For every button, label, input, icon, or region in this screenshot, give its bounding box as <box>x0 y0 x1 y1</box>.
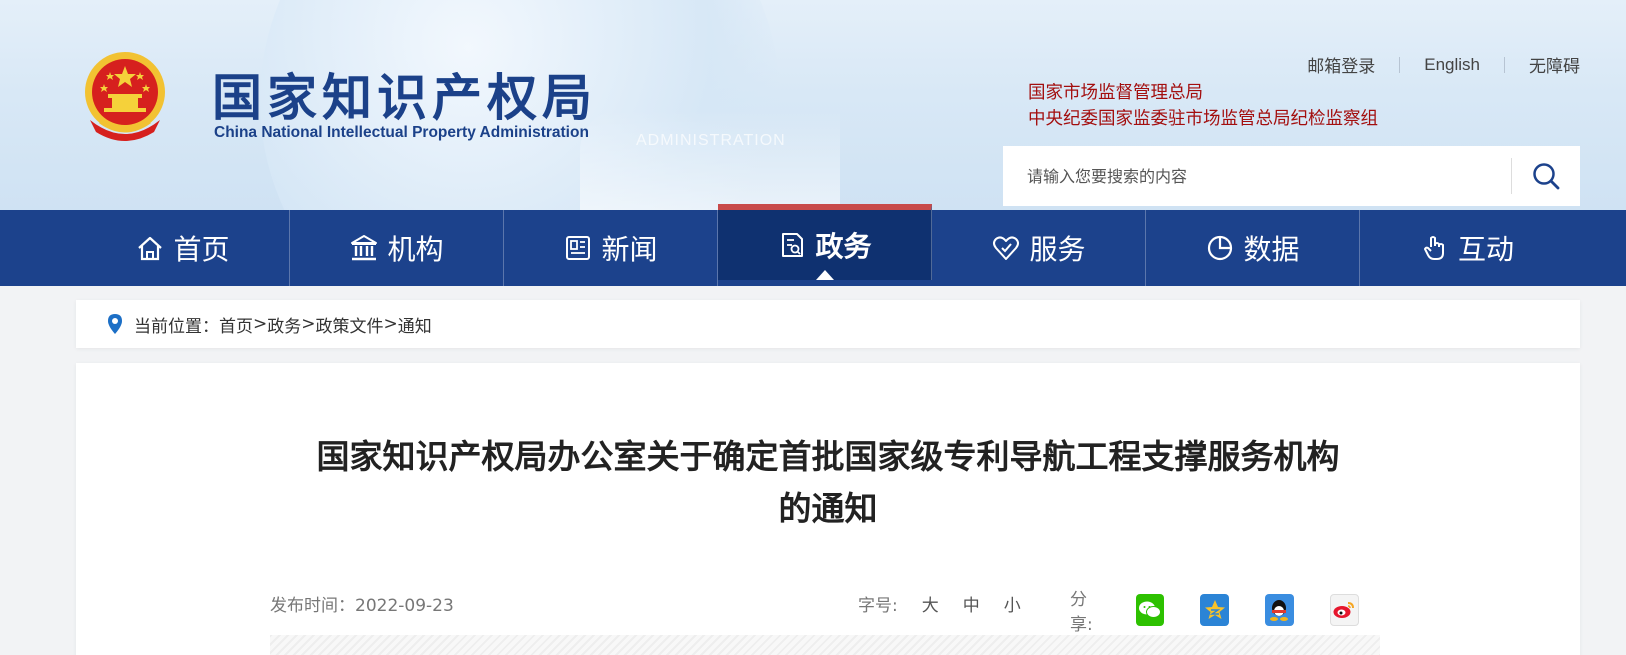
nav-label: 数据 <box>1243 233 1300 266</box>
institution-icon <box>349 233 379 263</box>
site-logo-chinese[interactable]: 国家知识产权局 <box>212 58 597 130</box>
nav-item-service[interactable]: 服务 <box>932 210 1146 286</box>
share-label: 分享: <box>1070 590 1093 635</box>
breadcrumb-policy-documents[interactable]: 政策文件 <box>316 312 384 337</box>
nav-item-home[interactable]: 首页 <box>76 210 290 286</box>
nav-label: 政务 <box>815 230 872 263</box>
search-button[interactable] <box>1512 146 1580 206</box>
national-emblem-icon <box>85 52 165 141</box>
news-icon <box>563 233 593 263</box>
data-chart-icon <box>1205 233 1235 263</box>
accessibility-link[interactable]: 无障碍 <box>1529 52 1580 77</box>
samr-link[interactable]: 国家市场监督管理总局 <box>1028 80 1378 106</box>
nav-item-data[interactable]: 数据 <box>1146 210 1360 286</box>
breadcrumb-government-affairs[interactable]: 政务 <box>267 312 301 337</box>
breadcrumb-prefix: 当前位置： <box>134 316 219 337</box>
qzone-icon[interactable] <box>1200 594 1230 626</box>
breadcrumb-separator: > <box>253 314 268 334</box>
location-pin-icon <box>106 313 124 335</box>
font-size-controls: 字号: 大 中 小 <box>858 591 1045 616</box>
english-link[interactable]: English <box>1424 55 1480 75</box>
decorative-divider <box>270 635 1380 655</box>
publish-date: 2022-09-23 <box>355 596 454 616</box>
mail-login-link[interactable]: 邮箱登录 <box>1307 52 1375 77</box>
government-affairs-icon <box>777 230 807 260</box>
site-logo-english[interactable]: China National Intellectual Property Adm… <box>214 124 589 142</box>
interact-hand-icon <box>1420 233 1450 263</box>
breadcrumb-separator: > <box>301 314 316 334</box>
article-title-line2: 的通知 <box>778 489 878 528</box>
nav-label: 服务 <box>1029 233 1086 266</box>
top-links: 邮箱登录 English 无障碍 <box>1307 52 1580 77</box>
breadcrumb-notice[interactable]: 通知 <box>398 312 432 337</box>
publish-label: 发布时间： <box>270 596 355 616</box>
article-panel: 国家知识产权局办公室关于确定首批国家级专利导航工程支撑服务机构 的通知 发布时间… <box>76 363 1580 655</box>
weibo-icon[interactable] <box>1329 594 1359 626</box>
nav-label: 首页 <box>173 233 230 266</box>
share-controls: 分享: <box>1070 585 1395 635</box>
nav-label: 新闻 <box>601 233 658 266</box>
breadcrumb: 当前位置： 首页 > 政务 > 政策文件 > 通知 <box>76 300 1580 348</box>
font-size-large[interactable]: 大 <box>922 591 939 616</box>
qq-icon[interactable] <box>1265 594 1294 626</box>
nav-item-government-affairs[interactable]: 政务 <box>718 204 932 280</box>
discipline-inspection-link[interactable]: 中央纪委国家监委驻市场监管总局纪检监察组 <box>1028 106 1378 132</box>
font-size-label: 字号: <box>858 596 898 616</box>
article-title: 国家知识产权局办公室关于确定首批国家级专利导航工程支撑服务机构 的通知 <box>276 431 1380 535</box>
breadcrumb-home[interactable]: 首页 <box>219 312 253 337</box>
publish-info: 发布时间：2022-09-23 <box>270 591 454 616</box>
font-size-medium[interactable]: 中 <box>963 591 980 616</box>
breadcrumb-separator: > <box>383 314 398 334</box>
nav-item-institution[interactable]: 机构 <box>290 210 504 286</box>
active-indicator <box>815 270 834 280</box>
building-background <box>580 110 840 210</box>
nav-item-interact[interactable]: 互动 <box>1360 210 1574 286</box>
home-icon <box>135 233 165 263</box>
org-links: 国家市场监督管理总局 中央纪委国家监委驻市场监管总局纪检监察组 <box>1028 80 1378 132</box>
service-icon <box>991 233 1021 263</box>
nav-label: 互动 <box>1457 233 1514 266</box>
main-nav: 首页 机构 新闻 政务 服务 数据 互动 <box>0 204 1626 286</box>
divider <box>1399 56 1401 73</box>
header-watermark: ADMINISTRATION <box>636 132 786 149</box>
search-input[interactable] <box>1003 146 1511 206</box>
search-icon <box>1533 163 1560 190</box>
article-meta: 发布时间：2022-09-23 字号: 大 中 小 分享: <box>270 585 1380 635</box>
wechat-icon[interactable] <box>1135 594 1165 626</box>
article-title-line1: 国家知识产权局办公室关于确定首批国家级专利导航工程支撑服务机构 <box>316 437 1340 476</box>
search-bar <box>1003 146 1580 206</box>
site-header: ADMINISTRATION 国家知识产权局 China National In… <box>0 0 1626 210</box>
font-size-small[interactable]: 小 <box>1004 591 1021 616</box>
nav-item-news[interactable]: 新闻 <box>504 210 718 286</box>
divider <box>1504 56 1505 73</box>
nav-label: 机构 <box>387 233 444 266</box>
